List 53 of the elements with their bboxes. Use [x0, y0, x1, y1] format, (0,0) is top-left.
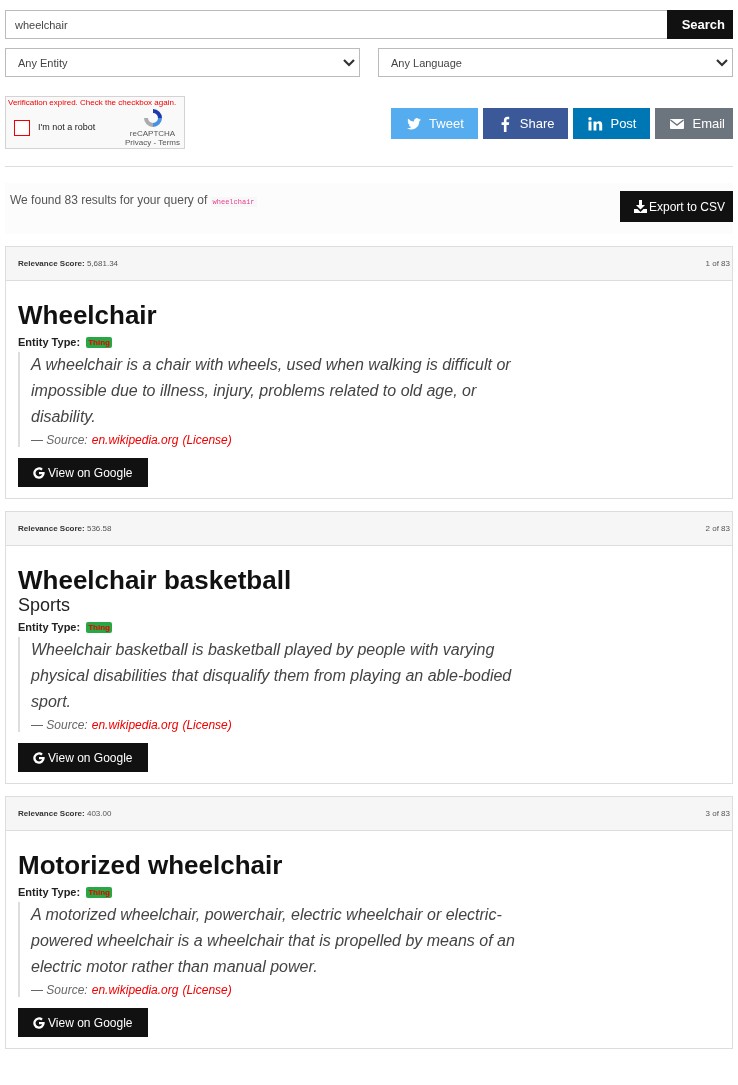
source-label: — Source:: [31, 983, 88, 997]
error-message: Verification expired. Check the checkbox again.: [8, 98, 178, 107]
view-on-google-button[interactable]: View on Google: [18, 743, 148, 772]
relevance-score: Relevance Score: 536.58: [18, 524, 112, 533]
share-button[interactable]: Post: [573, 108, 651, 139]
description: A wheelchair is a chair with wheels, used when walking is difficult or impossible due to illness, injury, problems related to old age, or disability.: [31, 355, 512, 427]
result-position: 3 of 83: [705, 809, 730, 818]
dropdown[interactable]: Any Entity: [5, 48, 360, 77]
license-link[interactable]: (License): [182, 433, 232, 447]
recaptcha-icon: [141, 107, 164, 129]
entity-type-label: Entity Type:: [18, 336, 81, 348]
checkbox[interactable]: [14, 120, 30, 136]
result-position: 1 of 83: [705, 259, 730, 268]
description: Wheelchair basketball is basketball played by people with varying physical disabilities that disqualify them from playing an able-bodied sport.: [31, 640, 513, 712]
source-link[interactable]: en.wikipedia.org: [91, 433, 179, 447]
entity-type-tag: Thing: [86, 886, 112, 898]
chevron-down-icon: [716, 58, 728, 67]
export-button[interactable]: Export to CSV: [619, 191, 733, 222]
linkedin-in-icon: [587, 115, 604, 132]
entity-type-tag: Thing: [86, 621, 112, 633]
relevance-score: Relevance Score: 5,681.34: [18, 259, 119, 268]
license-link[interactable]: (License): [182, 983, 232, 997]
brand-text: reCAPTCHA: [129, 129, 176, 138]
privacy-terms-link[interactable]: Privacy - Terms: [125, 138, 180, 147]
source-label: — Source:: [31, 718, 88, 732]
source-link[interactable]: en.wikipedia.org: [91, 983, 179, 997]
download-icon: [633, 200, 647, 213]
result-title: Motorized wheelchair: [18, 849, 284, 881]
checkbox-label: I'm not a robot: [38, 122, 97, 132]
search-field[interactable]: wheelchair: [5, 10, 667, 39]
entity-type-label: Entity Type:: [18, 621, 81, 633]
source-label: — Source:: [31, 433, 88, 447]
result-position: 2 of 83: [705, 524, 730, 533]
result-title: Wheelchair basketball: [18, 564, 293, 596]
source-link[interactable]: en.wikipedia.org: [91, 718, 179, 732]
google-g-icon: [33, 751, 45, 764]
search-button[interactable]: Search: [666, 10, 733, 39]
share-button[interactable]: Email: [655, 108, 733, 139]
relevance-score: Relevance Score: 403.00: [18, 809, 112, 818]
result-title: Wheelchair: [18, 299, 158, 331]
entity-type-label: Entity Type:: [18, 886, 81, 898]
license-link[interactable]: (License): [182, 718, 232, 732]
dropdown[interactable]: Any Language: [378, 48, 733, 77]
view-on-google-button[interactable]: View on Google: [18, 1008, 148, 1037]
google-g-icon: [33, 466, 45, 479]
entity-type-tag: Thing: [86, 336, 112, 348]
share-button[interactable]: Share: [482, 108, 569, 139]
description: A motorized wheelchair, powerchair, electric wheelchair or electric-powered wheelchair is a wheelchair that is propelled by means of an electric motor rather than manual power.: [31, 905, 516, 977]
google-g-icon: [33, 1016, 45, 1029]
chevron-down-icon: [343, 58, 355, 67]
result-subtitle: Sports: [18, 595, 72, 616]
twitter-bird-icon: [406, 115, 423, 132]
view-on-google-button[interactable]: View on Google: [18, 458, 148, 487]
